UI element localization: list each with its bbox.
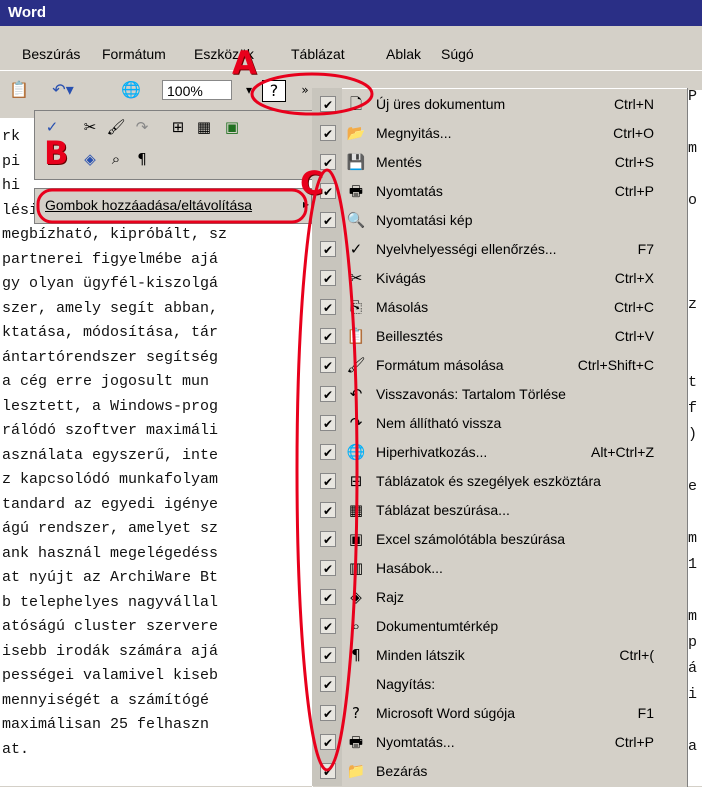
annotation-c-ellipse [295, 168, 359, 772]
annotation-overlay [36, 72, 374, 772]
annotation-b-outline [36, 188, 308, 224]
annotation-a-ellipse [250, 72, 374, 116]
